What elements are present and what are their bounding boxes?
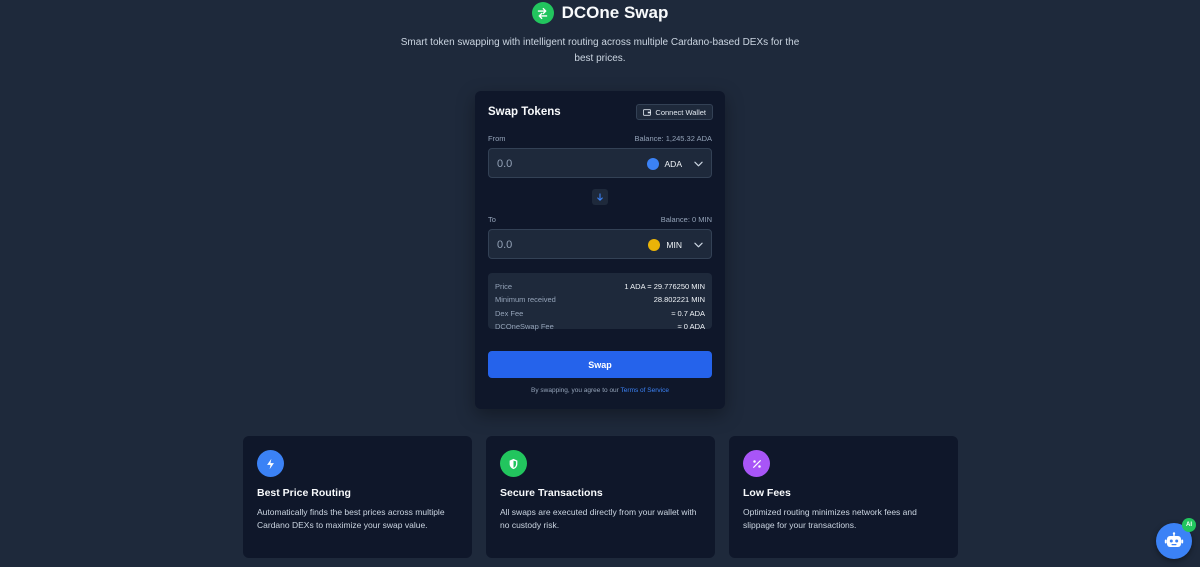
from-field: ADA	[488, 148, 712, 178]
ada-token-icon	[646, 158, 659, 170]
swap-arrows-icon	[531, 2, 554, 24]
from-token-name: ADA	[664, 159, 682, 169]
from-balance: Balance: 1,245.32 ADA	[634, 134, 712, 143]
swap-card-title: Swap Tokens	[488, 106, 561, 118]
min-token-icon	[648, 239, 661, 251]
feature-title: Secure Transactions	[500, 487, 603, 499]
feature-description: All swaps are executed directly from you…	[500, 507, 697, 531]
from-label: From	[488, 134, 506, 143]
to-token-name: MIN	[666, 240, 682, 250]
wallet-icon	[643, 108, 652, 116]
chevron-down-icon	[694, 161, 703, 167]
shield-icon	[500, 450, 527, 477]
detail-row-dconeswap-fee: DCOneSwap Fee ≈ 0 ADA	[495, 320, 705, 333]
chevron-down-icon	[694, 242, 703, 248]
terms-notice: By swapping, you agree to our Terms of S…	[475, 387, 725, 394]
feature-card-best-price: Best Price Routing Automatically finds t…	[243, 436, 472, 558]
to-token-select[interactable]: MIN	[648, 236, 703, 254]
to-balance: Balance: 0 MIN	[660, 215, 712, 224]
detail-label: DCOneSwap Fee	[495, 321, 554, 331]
detail-label: Dex Fee	[495, 308, 524, 318]
to-amount-input[interactable]	[497, 237, 617, 253]
switch-direction-button[interactable]	[592, 189, 608, 205]
detail-value: ≈ 0.7 ADA	[671, 308, 705, 318]
detail-value: 1 ADA = 29.776250 MIN	[624, 282, 705, 291]
swap-button[interactable]: Swap	[488, 351, 712, 378]
brand: DCOne Swap	[0, 1, 1200, 25]
connect-wallet-button[interactable]: Connect Wallet	[636, 104, 713, 120]
feature-description: Optimized routing minimizes network fees…	[743, 507, 917, 531]
detail-row-price: Price 1 ADA = 29.776250 MIN	[495, 280, 705, 293]
percent-icon	[743, 450, 770, 477]
app-title: DCOne Swap	[561, 3, 669, 22]
detail-value: 28.802221 MIN	[653, 295, 705, 305]
terms-prefix: By swapping, you agree to our	[531, 387, 619, 394]
from-token-select[interactable]: ADA	[646, 155, 703, 173]
from-amount-input[interactable]	[497, 156, 617, 172]
connect-wallet-label: Connect Wallet	[655, 107, 706, 117]
feature-description: Automatically finds the best prices acro…	[257, 507, 445, 531]
feature-title: Best Price Routing	[257, 487, 351, 499]
detail-row-minimum-received: Minimum received 28.802221 MIN	[495, 293, 705, 306]
swap-details: Price 1 ADA = 29.776250 MIN Minimum rece…	[488, 273, 712, 331]
lightning-icon	[257, 450, 284, 477]
ai-badge: AI	[1182, 518, 1196, 532]
feature-title: Low Fees	[743, 487, 791, 499]
to-label: To	[488, 215, 496, 224]
terms-of-service-link[interactable]: Terms of Service	[621, 387, 669, 394]
feature-card-low-fees: Low Fees Optimized routing minimizes net…	[729, 436, 958, 558]
detail-label: Minimum received	[495, 295, 556, 305]
robot-icon	[1164, 532, 1184, 547]
detail-label: Price	[495, 282, 513, 291]
page-header: DCOne Swap Smart token swapping with int…	[0, 0, 1200, 67]
arrow-down-icon	[597, 192, 603, 201]
detail-row-dex-fee: Dex Fee ≈ 0.7 ADA	[495, 307, 705, 320]
to-field: MIN	[488, 229, 712, 259]
tagline: Smart token swapping with intelligent ro…	[400, 37, 800, 64]
swap-card: Swap Tokens Connect Wallet From Balance:…	[475, 91, 725, 409]
feature-card-secure: Secure Transactions All swaps are execut…	[486, 436, 715, 558]
detail-value: ≈ 0 ADA	[677, 321, 705, 331]
